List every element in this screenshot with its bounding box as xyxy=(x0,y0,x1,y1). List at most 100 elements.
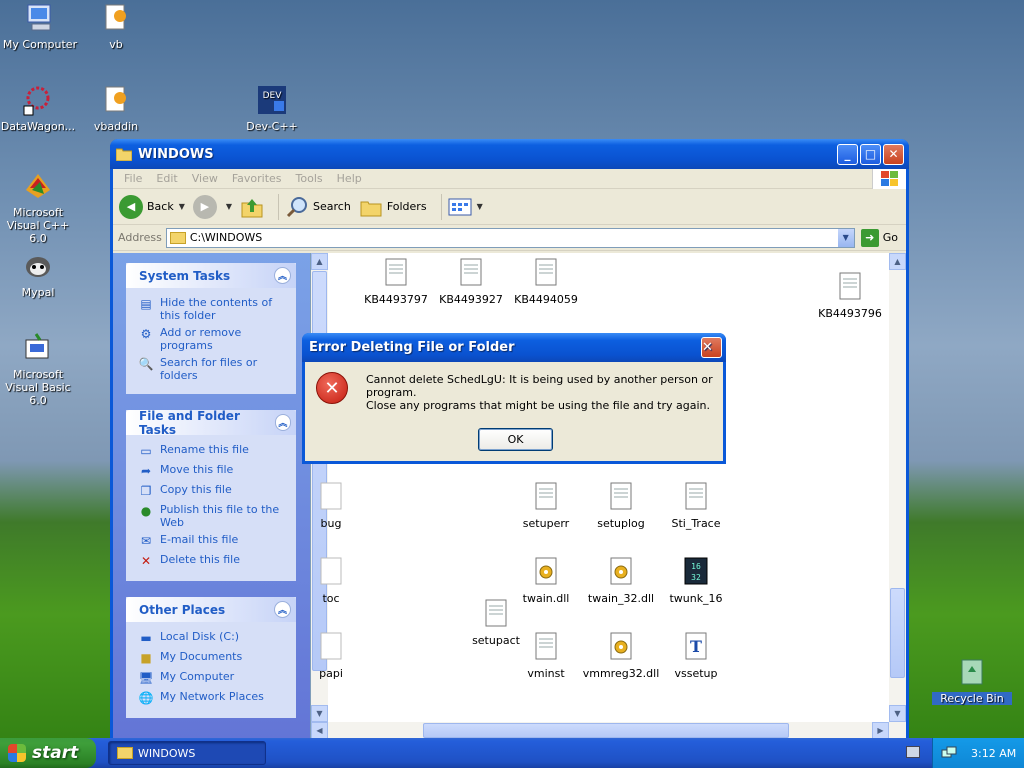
system-tasks-header[interactable]: System Tasks ︽ xyxy=(126,263,296,288)
scroll-up-button[interactable]: ▲ xyxy=(889,253,906,270)
chevron-down-icon[interactable]: ▼ xyxy=(226,202,232,211)
task-move-file[interactable]: ➦ Move this file xyxy=(138,463,288,479)
file-list-view: ▲ ▼ KB4493797 KB4493927 KB4494059 KB4493… xyxy=(310,253,906,739)
vbaddin-icon xyxy=(105,86,126,112)
menu-favorites[interactable]: Favorites xyxy=(225,172,289,185)
svg-text:16: 16 xyxy=(691,562,701,571)
desktop-icon-mypal[interactable]: Mypal xyxy=(0,250,78,299)
chevron-down-icon[interactable]: ▼ xyxy=(179,202,185,211)
file-item[interactable]: setuperr xyxy=(506,481,586,530)
dialog-close-button[interactable]: ✕ xyxy=(701,337,722,358)
task-rename-file[interactable]: ▭ Rename this file xyxy=(138,443,288,459)
close-button[interactable]: ✕ xyxy=(883,143,904,165)
task-hide-folder-contents[interactable]: ▤ Hide the contents of this folder xyxy=(138,296,288,322)
menu-tools[interactable]: Tools xyxy=(289,172,330,185)
task-label: Copy this file xyxy=(160,483,232,496)
file-item[interactable]: KB4493927 xyxy=(431,257,511,306)
task-copy-file[interactable]: ❐ Copy this file xyxy=(138,483,288,499)
file-item[interactable]: bug xyxy=(291,481,371,530)
vssetup-app-icon: T xyxy=(685,632,707,660)
place-my-documents[interactable]: ■ My Documents xyxy=(138,650,288,666)
vertical-scrollbar[interactable]: ▲ ▼ xyxy=(889,253,906,722)
search-button[interactable]: Search xyxy=(285,195,351,219)
network-tray-icon[interactable] xyxy=(941,745,957,761)
menu-help[interactable]: Help xyxy=(330,172,369,185)
dialog-titlebar[interactable]: Error Deleting File or Folder ✕ xyxy=(302,333,726,362)
desktop-icon-vbaddin[interactable]: vbaddin xyxy=(76,84,156,133)
file-item[interactable]: papi xyxy=(291,631,371,680)
folder-icon xyxy=(169,231,186,244)
menu-file[interactable]: File xyxy=(117,172,149,185)
minimize-icon: _ xyxy=(844,147,851,161)
desktop-icon-my-computer[interactable]: My Computer xyxy=(0,2,80,51)
file-item[interactable]: toc xyxy=(291,556,371,605)
desktop-icon-vb[interactable]: vb xyxy=(76,2,156,51)
file-item[interactable]: setuplog xyxy=(581,481,661,530)
address-field[interactable]: C:\WINDOWS ▼ xyxy=(165,227,855,248)
clock[interactable]: 3:12 AM xyxy=(971,747,1016,760)
file-item[interactable]: 16 32 twunk_16 xyxy=(656,556,736,605)
task-search-files[interactable]: 🔍 Search for files or folders xyxy=(138,356,288,382)
keyboard-icon[interactable] xyxy=(906,746,920,758)
desktop-icon-recycle-bin[interactable]: Recycle Bin xyxy=(932,656,1012,705)
views-button[interactable]: ▼ xyxy=(448,197,483,217)
file-item[interactable]: Tvssetup xyxy=(656,631,736,680)
task-email-file[interactable]: ✉ E-mail this file xyxy=(138,533,288,549)
file-item[interactable]: twain_32.dll xyxy=(581,556,661,605)
scroll-thumb[interactable] xyxy=(312,271,327,671)
go-button[interactable]: ➜ Go xyxy=(860,228,898,247)
file-name: setuplog xyxy=(597,517,645,530)
collapse-chevron-icon[interactable]: ︽ xyxy=(274,414,291,431)
up-folder-button[interactable] xyxy=(240,195,264,219)
file-item[interactable]: KB4494059 xyxy=(506,257,586,306)
task-add-remove-programs[interactable]: ⚙ Add or remove programs xyxy=(138,326,288,352)
folders-button[interactable]: Folders xyxy=(359,196,427,218)
scroll-thumb[interactable] xyxy=(890,588,905,678)
task-label: Rename this file xyxy=(160,443,249,456)
place-my-computer[interactable]: 🖥 My Computer xyxy=(138,670,288,686)
chevron-down-icon[interactable]: ▼ xyxy=(477,202,483,211)
desktop-icon-datawagon[interactable]: DataWagon... xyxy=(0,84,78,133)
dll-file-icon xyxy=(535,557,557,585)
file-item[interactable]: Sti_Trace xyxy=(656,481,736,530)
window-titlebar[interactable]: WINDOWS _ □ ✕ xyxy=(110,139,909,169)
maximize-button[interactable]: □ xyxy=(860,143,881,165)
horizontal-scrollbar[interactable]: ◀ ▶ xyxy=(311,722,906,739)
chevron-down-icon[interactable]: ▼ xyxy=(837,228,854,247)
minimize-button[interactable]: _ xyxy=(837,143,858,165)
file-folder-tasks-header[interactable]: File and Folder Tasks ︽ xyxy=(126,409,296,437)
scroll-up-button[interactable]: ▲ xyxy=(311,253,328,270)
back-button[interactable]: ◀ Back ▼ xyxy=(119,194,185,219)
collapse-chevron-icon[interactable]: ︽ xyxy=(274,267,291,284)
search-label: Search xyxy=(313,200,351,213)
menu-view[interactable]: View xyxy=(185,172,225,185)
forward-button[interactable]: ▶ ▼ xyxy=(192,194,232,219)
file-item[interactable]: vmmreg32.dll xyxy=(581,631,661,680)
menu-edit[interactable]: Edit xyxy=(149,172,184,185)
desktop-icon-label: Microsoft Visual Basic 6.0 xyxy=(5,368,71,407)
scroll-thumb[interactable] xyxy=(423,723,789,738)
place-local-disk[interactable]: ▬ Local Disk (C:) xyxy=(138,630,288,646)
file-item[interactable]: KB4493797 xyxy=(356,257,436,306)
scroll-left-button[interactable]: ◀ xyxy=(311,722,328,739)
task-publish-web[interactable]: ● Publish this file to the Web xyxy=(138,503,288,529)
desktop-icon-label: My Computer xyxy=(2,38,78,51)
system-tasks-panel: System Tasks ︽ ▤ Hide the contents of thi… xyxy=(126,263,296,394)
taskbar-window-button[interactable]: WINDOWS xyxy=(108,741,266,765)
file-item[interactable]: KB4493796 xyxy=(810,271,890,320)
other-places-header[interactable]: Other Places ︽ xyxy=(126,597,296,622)
desktop-icon-devcpp[interactable]: DEV Dev-C++ xyxy=(232,84,312,133)
desktop-icon-visual-cpp[interactable]: Microsoft Visual C++ 6.0 xyxy=(0,170,78,245)
collapse-chevron-icon[interactable]: ︽ xyxy=(274,601,291,618)
desktop-icon-visual-basic[interactable]: Microsoft Visual Basic 6.0 xyxy=(0,332,78,407)
task-delete-file[interactable]: ✕ Delete this file xyxy=(138,553,288,569)
scroll-right-button[interactable]: ▶ xyxy=(872,722,889,739)
mypal-icon xyxy=(26,257,50,277)
svg-text:32: 32 xyxy=(691,573,701,582)
ok-button[interactable]: OK xyxy=(478,428,553,451)
scroll-down-button[interactable]: ▼ xyxy=(889,705,906,722)
file-item[interactable]: vminst xyxy=(506,631,586,680)
start-button[interactable]: start xyxy=(0,738,96,768)
scroll-down-button[interactable]: ▼ xyxy=(311,705,328,722)
place-network[interactable]: 🌐 My Network Places xyxy=(138,690,288,706)
